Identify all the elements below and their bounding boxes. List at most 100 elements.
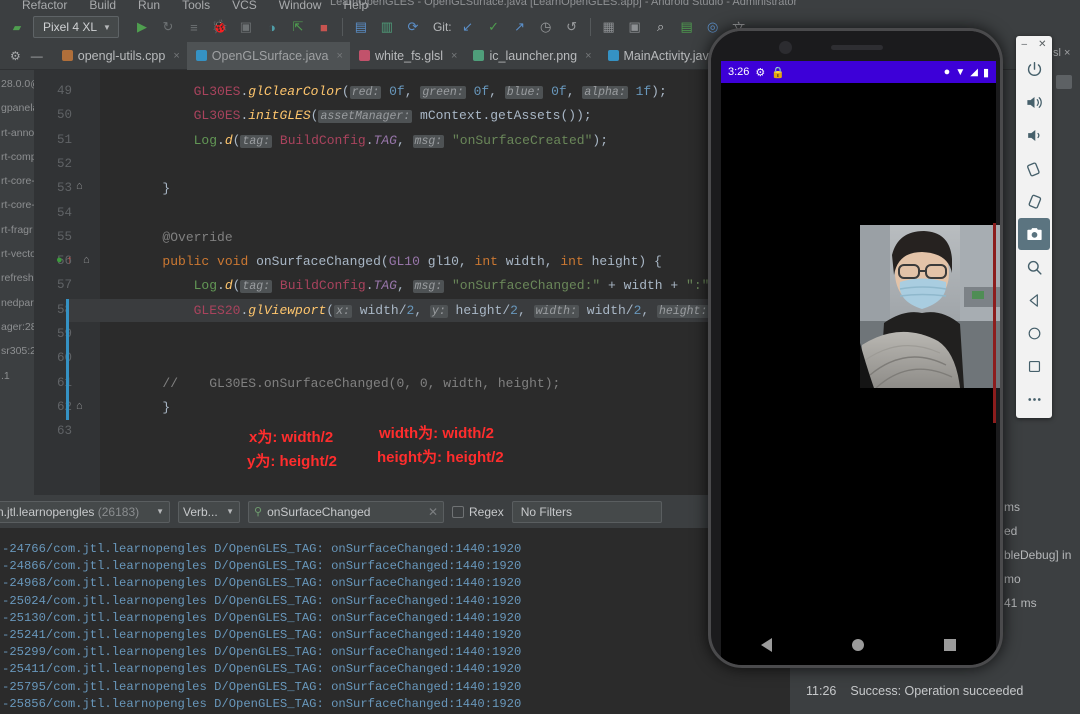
logcat-line: -24866/com.jtl.learnopengles D/OpenGLES_… xyxy=(0,558,790,575)
back-button[interactable] xyxy=(761,638,772,652)
run-button[interactable]: ▶ xyxy=(129,15,155,39)
code-token: mContext xyxy=(420,108,482,123)
minimize-icon[interactable]: – xyxy=(1022,39,1028,50)
code-line[interactable]: Log.d(tag: BuildConfig.TAG, msg: "onSurf… xyxy=(100,278,710,293)
fold-marker[interactable]: ⌂ xyxy=(76,400,83,412)
more-button[interactable] xyxy=(1018,383,1050,415)
project-icon[interactable]: ▰ xyxy=(4,15,30,39)
sync-gradle-button[interactable]: ⟳ xyxy=(400,15,426,39)
volume-down-button[interactable] xyxy=(1018,119,1050,151)
code-editor[interactable]: 495051525354555657585960616263⌂●↑⌂⌂ GL30… xyxy=(34,70,710,495)
apply-code-changes-button[interactable]: ≡ xyxy=(181,15,207,39)
fold-marker[interactable]: ⌂ xyxy=(76,180,83,192)
overview-button[interactable] xyxy=(1018,350,1050,382)
code-token: TAG xyxy=(374,133,397,148)
close-icon[interactable]: × xyxy=(173,50,179,62)
minimize-icon[interactable]: — xyxy=(31,49,43,63)
rotate-right-button[interactable] xyxy=(1018,185,1050,217)
home-button[interactable] xyxy=(852,639,864,651)
logcat-level-selector[interactable]: Verb... ▼ xyxy=(178,501,240,523)
gear-icon[interactable]: ⚙ xyxy=(10,49,21,63)
power-button[interactable] xyxy=(1018,53,1050,85)
code-line[interactable]: // GL30ES.onSurfaceChanged(0, 0, width, … xyxy=(100,376,560,391)
code-token xyxy=(381,84,389,99)
revert-button[interactable]: ↺ xyxy=(559,15,585,39)
fold-marker[interactable]: ⌂ xyxy=(83,254,90,266)
screenshot-button[interactable] xyxy=(1018,218,1050,250)
emulator-screen[interactable] xyxy=(721,83,996,623)
close-icon[interactable]: × xyxy=(337,50,343,62)
close-icon[interactable]: × xyxy=(451,50,457,62)
menu-item-help[interactable]: Help xyxy=(343,0,368,11)
recents-button[interactable] xyxy=(944,639,956,651)
editor-gutter[interactable]: 495051525354555657585960616263⌂●↑⌂⌂ xyxy=(34,70,100,495)
code-line[interactable]: @Override xyxy=(100,230,233,245)
push-button[interactable]: ↗ xyxy=(507,15,533,39)
emulator-window-buttons[interactable]: – ✕ xyxy=(1016,36,1052,52)
tab-openglsurface-java[interactable]: OpenGLSurface.java× xyxy=(187,42,350,70)
emulator-toolbar[interactable]: – ✕ xyxy=(1016,36,1052,418)
logcat-process-label: n.jtl.learnopengles xyxy=(0,505,94,519)
commit-button[interactable]: ✓ xyxy=(481,15,507,39)
code-line[interactable]: GL30ES.glClearColor(red: 0f, green: 0f, … xyxy=(100,84,667,99)
menu-item-build[interactable]: Build xyxy=(89,0,116,11)
logcat-process-selector[interactable]: n.jtl.learnopengles (26183) ▼ xyxy=(0,501,170,523)
logcat-search-input[interactable]: ⚲ onSurfaceChanged ✕ xyxy=(248,501,444,523)
tab-white-fs-glsl[interactable]: white_fs.glsl× xyxy=(350,42,465,70)
back-button[interactable] xyxy=(1018,284,1050,316)
device-selector[interactable]: Pixel 4 XL ▼ xyxy=(33,16,119,38)
stop-button[interactable]: ■ xyxy=(311,15,337,39)
code-line[interactable]: } xyxy=(100,400,170,415)
apply-changes-button[interactable]: ↻ xyxy=(155,15,181,39)
logcat-filter-selector[interactable]: No Filters xyxy=(512,501,662,523)
zoom-button[interactable] xyxy=(1018,251,1050,283)
code-line[interactable]: } xyxy=(100,181,170,196)
panel-text-fragment: 41 ms xyxy=(1004,591,1080,615)
rotate-left-button[interactable] xyxy=(1018,152,1050,184)
history-button[interactable]: ◷ xyxy=(533,15,559,39)
logcat-line: -25024/com.jtl.learnopengles D/OpenGLES_… xyxy=(0,593,790,610)
tab-ic-launcher-png[interactable]: ic_launcher.png× xyxy=(464,42,598,70)
menu-item-vcs[interactable]: VCS xyxy=(232,0,257,11)
logcat-output[interactable]: -24766/com.jtl.learnopengles D/OpenGLES_… xyxy=(0,528,790,714)
clear-icon[interactable]: ✕ xyxy=(428,505,438,519)
close-icon[interactable]: × xyxy=(585,50,591,62)
attach-debugger-button[interactable]: ▣ xyxy=(233,15,259,39)
search-everywhere-button[interactable]: ⌕ xyxy=(648,15,674,39)
status-bar-time: 3:26 xyxy=(728,66,749,78)
volume-up-button[interactable] xyxy=(1018,86,1050,118)
code-line[interactable]: public void onSurfaceChanged(GL10 gl10, … xyxy=(100,254,662,269)
wifi-icon: ▼ xyxy=(955,67,965,78)
emulator-window[interactable]: 3:26 ⚙ 🔒 ● ▼ ◢ ▮ xyxy=(708,28,1003,668)
code-token: width, xyxy=(498,254,560,269)
menu-item-run[interactable]: Run xyxy=(138,0,160,11)
code-token xyxy=(412,108,420,123)
code-token xyxy=(543,84,551,99)
close-icon[interactable]: ✕ xyxy=(1038,39,1046,50)
android-nav-bar[interactable] xyxy=(721,623,996,667)
logcat-search-value: onSurfaceChanged xyxy=(267,505,370,519)
line-number: 60 xyxy=(57,351,72,365)
run-with-coverage-button[interactable]: ⇱ xyxy=(285,15,311,39)
menu-item-refactor[interactable]: Refactor xyxy=(22,0,67,11)
menu-item-tools[interactable]: Tools xyxy=(182,0,210,11)
home-button[interactable] xyxy=(1018,317,1050,349)
code-line[interactable]: Log.d(tag: BuildConfig.TAG, msg: "onSurf… xyxy=(100,133,608,148)
device-file-explorer-button[interactable]: ▣ xyxy=(622,15,648,39)
device-manager-button[interactable]: ▤ xyxy=(674,15,700,39)
layout-inspector-button[interactable]: ▦ xyxy=(596,15,622,39)
panel-text-fragment: nedparc xyxy=(0,291,34,315)
android-studio-window: LearnOpenGLES - OpenGLSurface.java [Lear… xyxy=(0,0,1080,714)
profiler-button[interactable]: ◑ xyxy=(259,15,285,39)
code-line[interactable]: GLES20.glViewport(x: width/2, y: height/… xyxy=(100,303,710,318)
update-project-button[interactable]: ↙ xyxy=(455,15,481,39)
sdk-manager-button[interactable]: ▥ xyxy=(374,15,400,39)
menu-item-window[interactable]: Window xyxy=(279,0,322,11)
inspection-marker[interactable]: ● xyxy=(56,254,63,266)
code-line[interactable]: GL30ES.initGLES(assetManager: mContext.g… xyxy=(100,108,592,123)
avd-manager-button[interactable]: ▤ xyxy=(348,15,374,39)
logcat-regex-checkbox[interactable]: Regex xyxy=(452,505,504,519)
tab-opengl-utils-cpp[interactable]: opengl-utils.cpp× xyxy=(53,42,187,70)
override-marker[interactable]: ↑ xyxy=(67,254,73,266)
debug-button[interactable]: 🐞 xyxy=(207,15,233,39)
